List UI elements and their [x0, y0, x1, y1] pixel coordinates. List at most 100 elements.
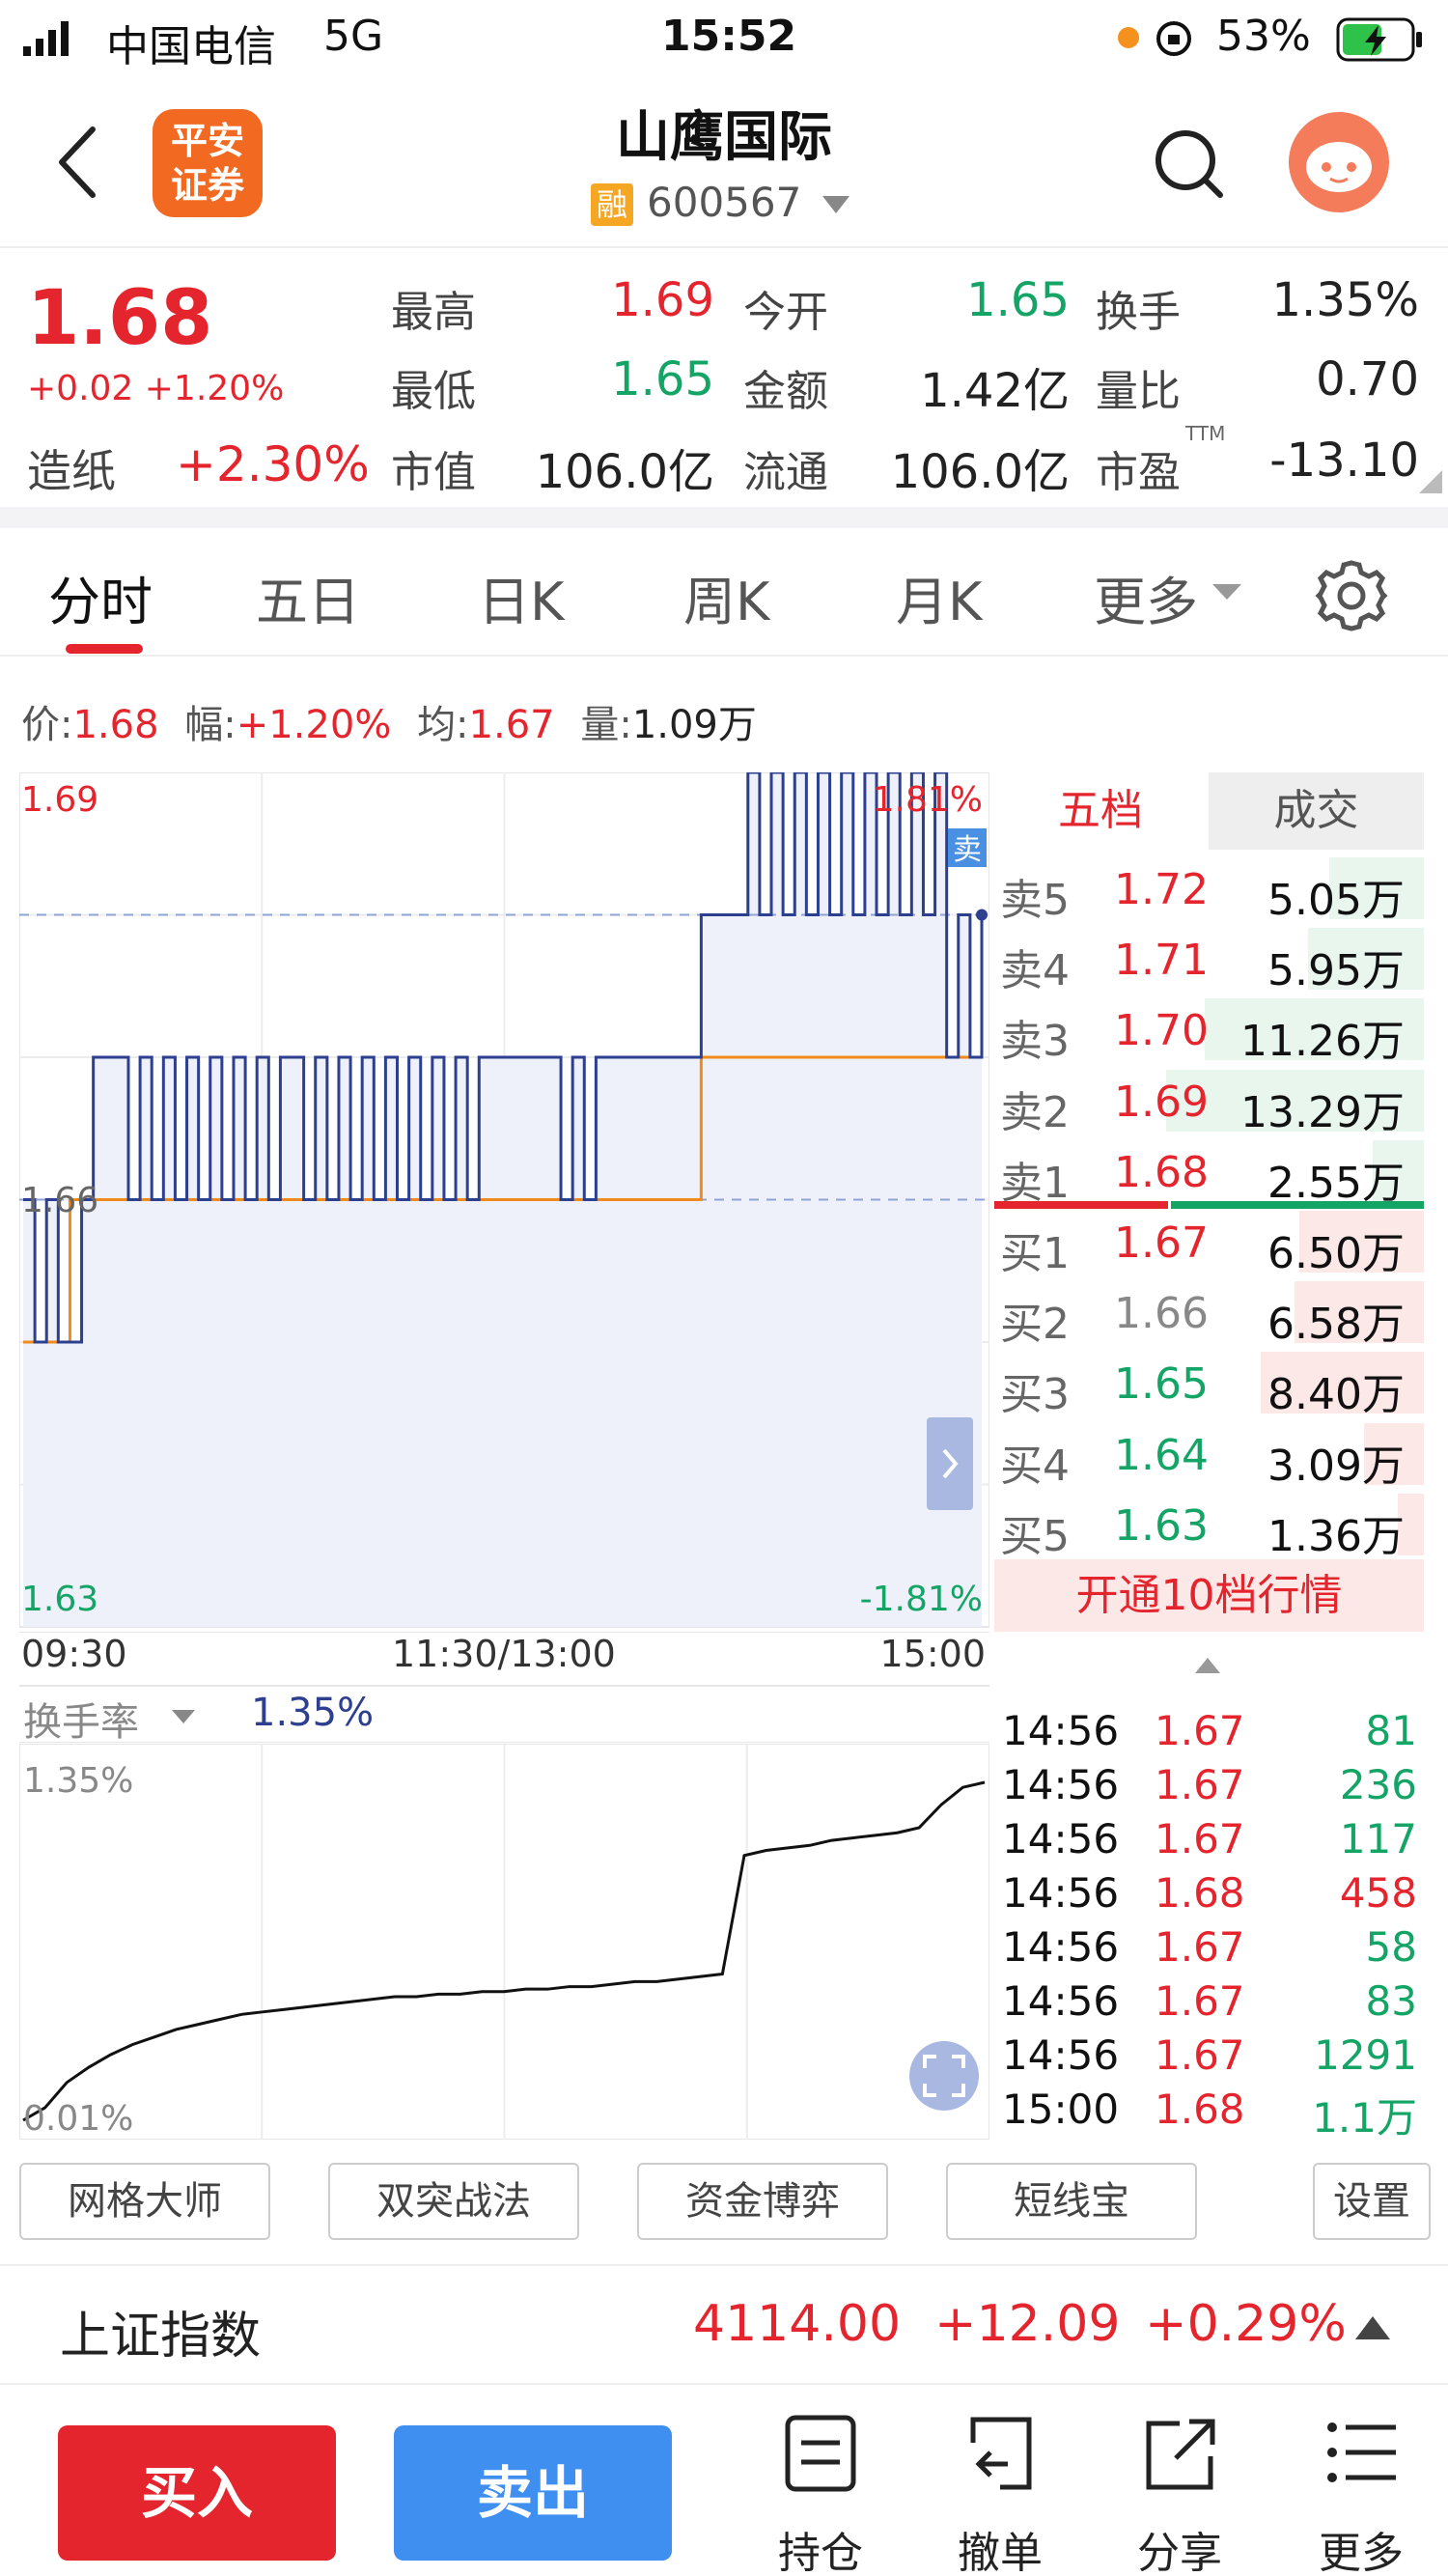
- bid-row[interactable]: 买2 1.66 6.58万: [994, 1277, 1424, 1349]
- more-button[interactable]: 更多: [1294, 2414, 1429, 2576]
- sector-change[interactable]: +2.30%: [176, 436, 370, 492]
- settings-gear-icon[interactable]: [1315, 559, 1388, 632]
- level-volume: 6.50万: [1267, 1229, 1405, 1278]
- tab-trades[interactable]: 成交: [1209, 772, 1424, 850]
- corner-expand-icon[interactable]: [1419, 470, 1442, 493]
- level-price: 1.72: [1114, 865, 1209, 914]
- open-label: 今开: [743, 288, 828, 337]
- buy-button[interactable]: 买入: [58, 2425, 336, 2561]
- upgrade-10-level-button[interactable]: 开通10档行情: [994, 1559, 1424, 1632]
- trade-row: 14:56 1.67 83: [1002, 1977, 1417, 2031]
- level-label: 买3: [1000, 1370, 1070, 1420]
- level-label: 卖2: [1000, 1087, 1070, 1137]
- indicator-chevron-icon[interactable]: [172, 1710, 195, 1725]
- level-label: 卖4: [1000, 946, 1070, 996]
- bid-row[interactable]: 买1 1.67 6.50万: [994, 1207, 1424, 1278]
- trade-price: 1.67: [1155, 1977, 1245, 2025]
- float-label: 流通: [743, 448, 828, 497]
- fund-game-button[interactable]: 资金博弈: [637, 2163, 888, 2240]
- more-label: 更多: [1319, 2529, 1404, 2576]
- trade-price: 1.68: [1155, 2086, 1245, 2133]
- orientation-lock-icon: [1156, 21, 1191, 56]
- search-icon[interactable]: [1151, 126, 1228, 203]
- trades-scroll-up-icon[interactable]: [1193, 1656, 1222, 1677]
- last-price-dot: [976, 909, 988, 921]
- grid-master-button[interactable]: 网格大师: [19, 2163, 270, 2240]
- bid-row[interactable]: 买3 1.65 8.40万: [994, 1348, 1424, 1419]
- trade-row: 14:56 1.67 1291: [1002, 2031, 1417, 2086]
- bottom-toolbar: 买入 卖出 持仓 撤单 分享 更多: [0, 2385, 1448, 2576]
- level-price: 1.66: [1114, 1289, 1209, 1339]
- recording-dot-icon: [1118, 27, 1139, 48]
- ask-row[interactable]: 卖3 1.70 11.26万: [994, 994, 1424, 1066]
- level-price: 1.63: [1114, 1500, 1209, 1551]
- sell-button[interactable]: 卖出: [394, 2425, 672, 2561]
- tab-intraday[interactable]: 分时: [48, 559, 153, 635]
- index-ticker-bar[interactable]: 上证指数 4114.00 +12.09 +0.29%: [0, 2264, 1448, 2385]
- undo-icon: [970, 2417, 1032, 2490]
- ask-row[interactable]: 卖2 1.69 13.29万: [994, 1066, 1424, 1137]
- indicator-selector[interactable]: 换手率: [23, 1691, 139, 1747]
- short-term-button[interactable]: 短线宝: [946, 2163, 1197, 2240]
- strategy-settings-button[interactable]: 设置: [1313, 2163, 1431, 2240]
- holdings-button[interactable]: 持仓: [753, 2414, 888, 2576]
- trade-time: 14:56: [1002, 1815, 1120, 1862]
- tab-more-chevron-icon[interactable]: [1212, 584, 1241, 603]
- info-price: 1.68: [72, 703, 159, 747]
- time-axis: 09:30 11:30/13:00 15:00: [19, 1632, 989, 1682]
- trade-price: 1.68: [1155, 1869, 1245, 1917]
- tab-daily-k[interactable]: 日K: [478, 559, 564, 635]
- section-separator: [0, 507, 1448, 528]
- tab-weekly-k[interactable]: 周K: [683, 559, 769, 635]
- amount-value: 1.42亿: [920, 364, 1070, 418]
- double-breakout-button[interactable]: 双突战法: [328, 2163, 579, 2240]
- axis-bottom-right: -1.81%: [860, 1580, 983, 1619]
- chevron-down-icon[interactable]: [822, 196, 849, 215]
- assistant-avatar-icon[interactable]: [1288, 111, 1390, 213]
- trade-row: 14:56 1.68 458: [1002, 1869, 1417, 1923]
- bid-row[interactable]: 买4 1.64 3.09万: [994, 1419, 1424, 1491]
- level-price: 1.69: [1114, 1077, 1209, 1127]
- level-price: 1.68: [1114, 1147, 1209, 1197]
- cancel-order-label: 撤单: [958, 2529, 1043, 2576]
- ask-row[interactable]: 卖4 1.71 5.95万: [994, 924, 1424, 996]
- trade-row: 14:56 1.67 81: [1002, 1707, 1417, 1761]
- trade-time: 15:00: [1002, 2086, 1120, 2133]
- trade-price: 1.67: [1155, 2031, 1245, 2079]
- margin-badge: 融: [591, 183, 633, 226]
- intraday-price-chart[interactable]: 1.69 1.81% 1.66 1.63 -1.81% 卖: [19, 772, 989, 1632]
- level-volume: 1.36万: [1267, 1511, 1405, 1561]
- tab-five-day[interactable]: 五日: [256, 559, 360, 635]
- trade-time: 14:56: [1002, 1977, 1120, 2025]
- ask-row[interactable]: 卖5 1.72 5.05万: [994, 854, 1424, 925]
- trade-volume: 81: [1365, 1707, 1417, 1754]
- fullscreen-icon[interactable]: [909, 2041, 979, 2111]
- chevron-up-icon[interactable]: [1353, 2314, 1392, 2341]
- axis-top-left: 1.69: [21, 780, 98, 820]
- time-start: 09:30: [21, 1633, 127, 1675]
- trade-price: 1.67: [1155, 1815, 1245, 1862]
- price-change: +0.02 +1.20%: [27, 369, 285, 408]
- turnover-chart[interactable]: 1.35% 0.01%: [19, 1744, 989, 2140]
- expand-panel-button[interactable]: [927, 1417, 973, 1510]
- level-price: 1.64: [1114, 1430, 1209, 1480]
- sector-name[interactable]: 造纸: [27, 436, 116, 500]
- tab-five-level[interactable]: 五档: [994, 772, 1207, 850]
- level-volume: 5.05万: [1267, 876, 1405, 925]
- ask-row[interactable]: 卖1 1.68 2.55万: [994, 1136, 1424, 1208]
- cancel-order-button[interactable]: 撤单: [933, 2414, 1068, 2576]
- share-button[interactable]: 分享: [1112, 2414, 1247, 2576]
- trade-row: 14:56 1.67 236: [1002, 1761, 1417, 1815]
- turnover-label: 换手: [1096, 288, 1181, 337]
- info-amp-label: 幅:: [184, 703, 237, 747]
- pe-label: 市盈: [1096, 448, 1181, 497]
- trade-time: 14:56: [1002, 1707, 1120, 1754]
- stock-code[interactable]: 600567: [647, 179, 801, 226]
- level-price: 1.65: [1114, 1359, 1209, 1410]
- battery-text: 53%: [1216, 12, 1311, 61]
- time-mid: 11:30/13:00: [392, 1633, 616, 1675]
- tab-more[interactable]: 更多: [1094, 559, 1198, 635]
- tab-monthly-k[interactable]: 月K: [896, 559, 982, 635]
- level-volume: 3.09万: [1267, 1441, 1405, 1491]
- bid-row[interactable]: 买5 1.63 1.36万: [994, 1490, 1424, 1561]
